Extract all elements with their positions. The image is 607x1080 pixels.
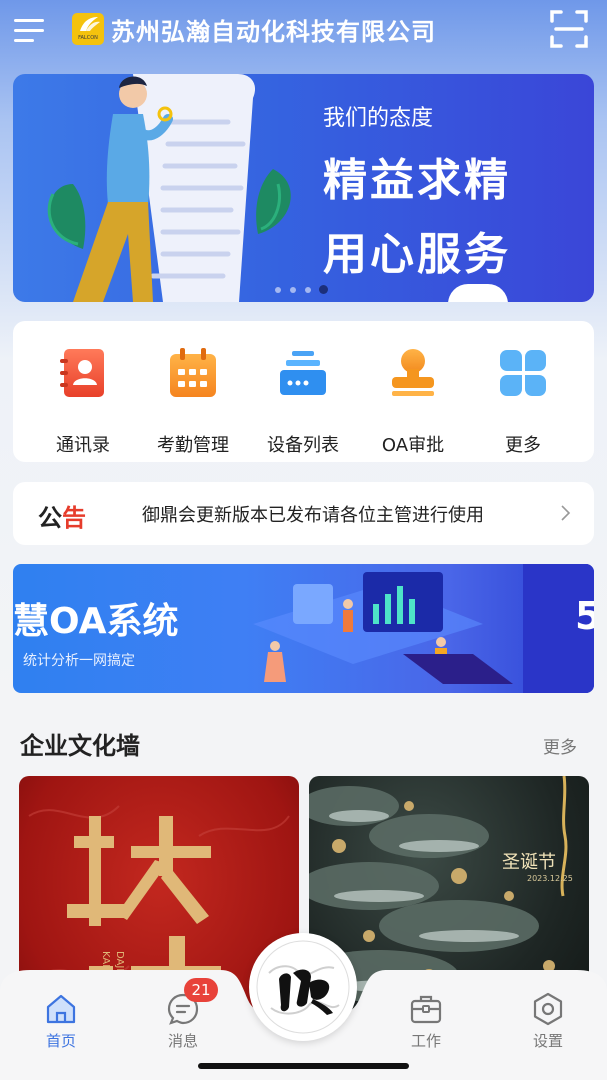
briefcase-icon: [410, 995, 442, 1024]
notice-tag-part2: 告: [62, 504, 86, 532]
quick-item-label: 更多: [505, 435, 541, 456]
tab-label: 设置: [532, 1032, 563, 1050]
quick-item-more[interactable]: 更多: [473, 347, 573, 456]
contacts-icon: [60, 349, 104, 397]
notice-text: 御鼎会更新版本已发布请各位主管进行使用: [142, 505, 484, 526]
card-date: 2023.12.25: [527, 874, 573, 883]
grid-icon: [500, 350, 546, 396]
carousel-dot[interactable]: [275, 287, 281, 293]
oa-illustration: [253, 572, 513, 684]
more-link[interactable]: 更多: [543, 733, 577, 758]
stamp-icon: [392, 349, 434, 396]
tab-settings[interactable]: 设置: [513, 992, 583, 1051]
quick-item-attendance[interactable]: 考勤管理: [143, 347, 243, 456]
section-title: 企业文化墙: [20, 732, 140, 760]
scan-icon[interactable]: [549, 9, 589, 49]
svg-text:DAJI: DAJI: [114, 951, 125, 971]
carousel-dot-active[interactable]: [319, 285, 328, 294]
quick-item-oa-approval[interactable]: OA审批: [363, 347, 463, 456]
quick-menu: 通讯录 考勤管理 设备列表 OA审批 更多: [13, 321, 594, 462]
chevron-right-icon[interactable]: [560, 504, 572, 522]
app-header: FALCON 苏州弘瀚自动化科技有限公司: [0, 0, 607, 60]
banner-illustration: [47, 74, 291, 302]
menu-icon[interactable]: [14, 17, 46, 43]
server-icon: [280, 351, 326, 395]
carousel-dot[interactable]: [290, 287, 296, 293]
oa-banner-title: 慧OA系统: [13, 601, 179, 642]
oa-banner[interactable]: 慧OA系统 统计分析一网搞定 5: [13, 564, 594, 693]
carousel-dot[interactable]: [305, 287, 311, 293]
quick-item-label: 设备列表: [267, 435, 339, 456]
tab-label: 消息: [167, 1032, 198, 1050]
settings-icon: [533, 992, 563, 1026]
calligraphy-logo-icon: [256, 940, 350, 1034]
logo-text: FALCON: [78, 35, 98, 41]
quick-item-devices[interactable]: 设备列表: [253, 347, 353, 456]
notice-tag-part1: 公: [38, 504, 62, 532]
oa-banner-subtitle: 统计分析一网搞定: [23, 653, 135, 669]
home-icon: [46, 994, 76, 1024]
banner-subtitle: 我们的态度: [323, 106, 434, 131]
promo-banner[interactable]: 我们的态度 精益求精 用心服务: [13, 74, 594, 302]
center-action-button[interactable]: [249, 933, 357, 1041]
quick-item-contacts[interactable]: 通讯录: [33, 347, 133, 456]
quick-item-label: 考勤管理: [157, 435, 229, 456]
calendar-icon: [170, 348, 216, 397]
notice-bar[interactable]: 公告 御鼎会更新版本已发布请各位主管进行使用: [13, 482, 594, 545]
card-title: 圣诞节: [502, 852, 556, 873]
tab-work[interactable]: 工作: [391, 992, 461, 1051]
home-indicator: [198, 1063, 409, 1069]
message-count-badge: 21: [184, 978, 218, 1002]
notice-tag: 公告: [38, 498, 86, 533]
company-name: 苏州弘瀚自动化科技有限公司: [111, 18, 436, 46]
quick-item-label: 通讯录: [56, 435, 110, 456]
banner-headline-2: 用心服务: [323, 229, 511, 280]
tab-label: 首页: [45, 1032, 76, 1050]
company-logo: FALCON: [72, 13, 104, 45]
oa-banner-next-text: 5: [575, 594, 594, 638]
tab-label: 工作: [410, 1032, 441, 1050]
quick-item-label: OA审批: [381, 435, 445, 456]
banner-headline-1: 精益求精: [323, 155, 511, 206]
decorative-cloud: [448, 284, 508, 302]
tab-home[interactable]: 首页: [26, 992, 96, 1051]
